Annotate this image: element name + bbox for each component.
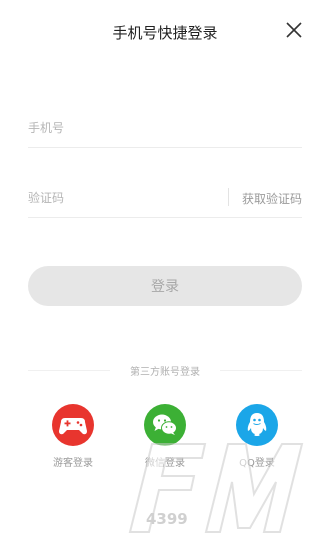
guest-login-button[interactable]: 游客登录 — [43, 404, 103, 469]
qq-login-circle — [236, 404, 278, 446]
wechat-login-circle — [144, 404, 186, 446]
phone-field — [28, 108, 302, 148]
close-icon — [286, 22, 302, 38]
qq-login-button[interactable]: QQ登录 — [227, 404, 287, 469]
wechat-login-button[interactable]: 微信登录 — [135, 404, 195, 469]
close-button[interactable] — [284, 20, 304, 40]
qq-login-label: QQ登录 — [239, 458, 275, 469]
watermark-subtext: 4399 — [146, 510, 188, 528]
get-code-button[interactable]: 获取验证码 — [242, 190, 302, 207]
login-button[interactable]: 登录 — [28, 266, 302, 306]
divider-line-right — [220, 370, 302, 371]
code-input[interactable] — [28, 178, 208, 218]
wechat-login-label: 微信登录 — [145, 458, 185, 469]
code-field: 获取验证码 — [28, 178, 302, 218]
guest-login-label: 游客登录 — [53, 458, 93, 469]
phone-input[interactable] — [28, 108, 208, 148]
guest-login-circle — [52, 404, 94, 446]
header: 手机号快捷登录 — [0, 14, 330, 50]
qq-penguin-icon — [247, 413, 267, 436]
wechat-icon — [153, 414, 177, 435]
third-party-divider: 第三方账号登录 — [28, 362, 302, 378]
gamepad-icon — [59, 418, 87, 435]
page-title: 手机号快捷登录 — [112, 24, 218, 42]
field-separator — [228, 188, 229, 206]
